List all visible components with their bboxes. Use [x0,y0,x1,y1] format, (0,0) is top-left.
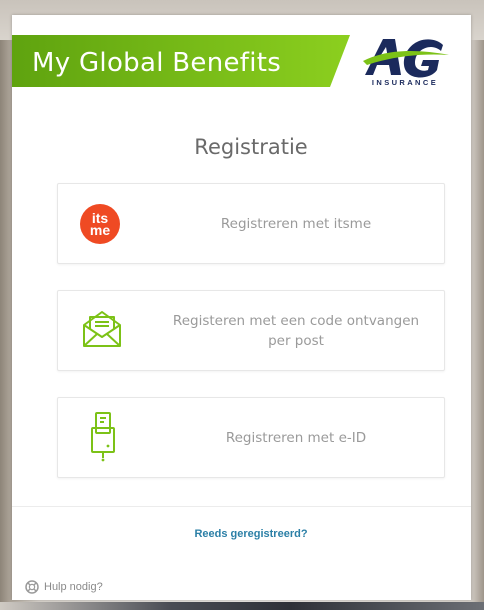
background-bottom [0,602,484,610]
envelope-letter-icon [83,311,121,347]
lifebuoy-icon [25,580,39,594]
register-post-code-label: Registeren met een code ontvangen per po… [172,312,420,349]
itsme-icon: its me [80,204,120,244]
registration-card: My Global Benefits INSURANCE Registratie… [12,15,471,600]
help-label: Hulp nodig? [44,581,103,593]
itsme-icon-text-bottom: me [89,222,111,238]
register-itsme-button[interactable]: its me Registreren met itsme [57,183,445,264]
page-title: Registratie [194,135,308,159]
already-registered-link[interactable]: Reeds geregistreerd? [12,528,471,540]
footer-divider [12,506,471,507]
header-banner: My Global Benefits INSURANCE [12,15,471,90]
register-itsme-label: Registreren met itsme [220,215,372,232]
register-eid-button[interactable]: Registreren met e-ID [57,397,445,478]
eid-card-reader-icon [91,412,115,462]
register-post-code-button[interactable]: Registeren met een code ontvangen per po… [57,290,445,371]
help-button[interactable]: Hulp nodig? [25,580,103,594]
logo-subtext: INSURANCE [371,78,439,87]
register-eid-label: Registreren met e-ID [225,429,367,446]
app-title: My Global Benefits [32,48,282,78]
